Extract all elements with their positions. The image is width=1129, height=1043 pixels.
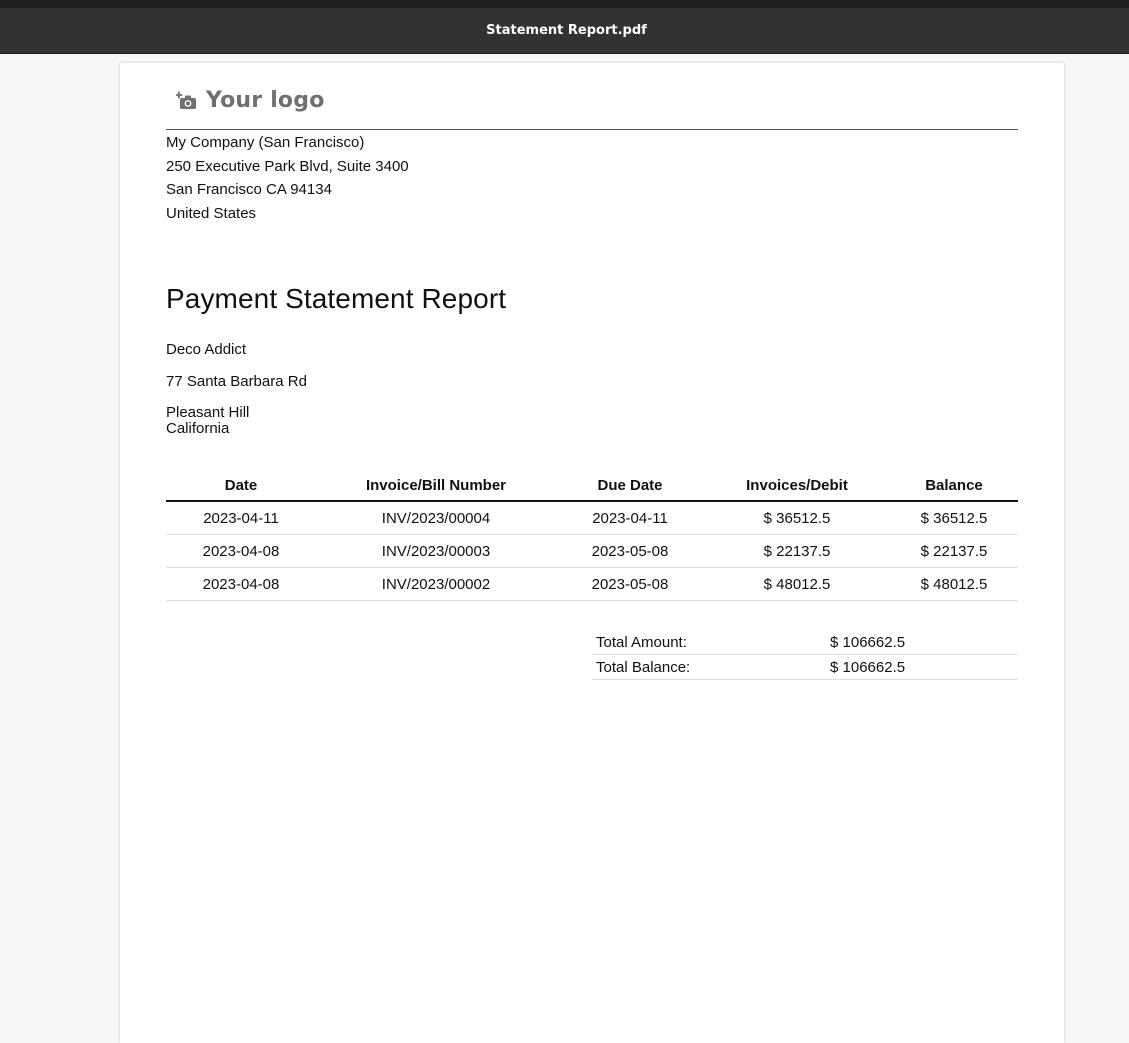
header-balance: Balance xyxy=(890,470,1018,502)
cell-date: 2023-04-08 xyxy=(166,534,316,568)
partner-name: Deco Addict xyxy=(166,341,247,358)
total-balance-row: Total Balance: $ 106662.5 xyxy=(592,654,1018,680)
cell-due-date: 2023-05-08 xyxy=(556,567,704,601)
partner-state: California xyxy=(166,420,230,437)
company-country: United States xyxy=(166,205,257,223)
pdf-page: Your logo My Company (San Francisco) 250… xyxy=(120,63,1064,1043)
document-title: Statement Report.pdf xyxy=(486,23,647,38)
partner-city: Pleasant Hill xyxy=(166,404,250,421)
total-amount-row: Total Amount: $ 106662.5 xyxy=(592,630,1018,655)
header-due-date: Due Date xyxy=(556,470,704,502)
table-row: 2023-04-11 INV/2023/00004 2023-04-11 $ 3… xyxy=(166,501,1018,535)
total-amount-label: Total Amount: xyxy=(592,630,826,655)
total-balance-label: Total Balance: xyxy=(592,654,826,680)
cell-due-date: 2023-04-11 xyxy=(556,501,704,535)
viewer-titlebar: Statement Report.pdf xyxy=(0,8,1129,54)
company-name: My Company (San Francisco) xyxy=(166,134,365,151)
total-balance-value: $ 106662.5 xyxy=(826,654,1018,680)
company-city: San Francisco CA 94134 xyxy=(166,181,332,199)
cell-date: 2023-04-11 xyxy=(166,501,316,535)
cell-due-date: 2023-05-08 xyxy=(556,534,704,568)
statement-table: Date Invoice/Bill Number Due Date Invoic… xyxy=(166,470,1018,601)
header-invoices-debit: Invoices/Debit xyxy=(704,470,890,502)
table-header-row: Date Invoice/Bill Number Due Date Invoic… xyxy=(166,470,1018,502)
cell-invoice-number: INV/2023/00002 xyxy=(316,567,556,601)
cell-invoice-number: INV/2023/00004 xyxy=(316,501,556,535)
company-street: 250 Executive Park Blvd, Suite 3400 xyxy=(166,157,409,175)
top-strip xyxy=(0,0,1129,8)
cell-debit: $ 36512.5 xyxy=(704,501,890,535)
report-title: Payment Statement Report xyxy=(166,283,507,314)
company-logo: Your logo xyxy=(176,88,325,113)
header-invoice-number: Invoice/Bill Number xyxy=(316,470,556,502)
table-row: 2023-04-08 INV/2023/00003 2023-05-08 $ 2… xyxy=(166,534,1018,568)
company-address: My Company (San Francisco) 250 Executive… xyxy=(166,131,409,226)
cell-invoice-number: INV/2023/00003 xyxy=(316,534,556,568)
totals-table: Total Amount: $ 106662.5 Total Balance: … xyxy=(592,630,1018,680)
cell-date: 2023-04-08 xyxy=(166,567,316,601)
partner-street: 77 Santa Barbara Rd xyxy=(166,373,307,390)
cell-debit: $ 22137.5 xyxy=(704,534,890,568)
cell-balance: $ 22137.5 xyxy=(890,534,1018,568)
logo-text: Your logo xyxy=(206,88,325,113)
header-date: Date xyxy=(166,470,316,502)
camera-plus-icon xyxy=(176,91,198,111)
cell-balance: $ 36512.5 xyxy=(890,501,1018,535)
header-divider xyxy=(166,129,1018,130)
cell-debit: $ 48012.5 xyxy=(704,567,890,601)
table-row: 2023-04-08 INV/2023/00002 2023-05-08 $ 4… xyxy=(166,567,1018,601)
total-amount-value: $ 106662.5 xyxy=(826,630,1018,655)
cell-balance: $ 48012.5 xyxy=(890,567,1018,601)
